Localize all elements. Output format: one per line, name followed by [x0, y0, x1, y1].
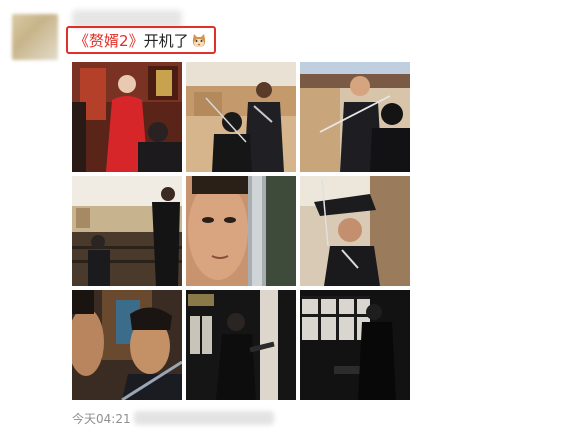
photo-8-image: [186, 290, 296, 400]
photo-9[interactable]: [300, 290, 410, 400]
photo-3[interactable]: [300, 62, 410, 172]
photo-4-image: [72, 176, 182, 286]
photo-7[interactable]: [72, 290, 182, 400]
photo-8[interactable]: [186, 290, 296, 400]
photo-5-image: [186, 176, 296, 286]
caption-title-link[interactable]: 《赘婿2》: [74, 32, 144, 50]
avatar[interactable]: [12, 14, 58, 60]
photo-4[interactable]: [72, 176, 182, 286]
caption-text: 开机了: [143, 32, 189, 50]
post-caption: 《赘婿2》开机了: [74, 32, 207, 50]
photo-6[interactable]: [300, 176, 410, 286]
photo-1-image: [72, 62, 182, 172]
photo-grid: [72, 62, 410, 400]
photo-3-image: [300, 62, 410, 172]
photo-9-image: [300, 290, 410, 400]
cat-face-icon: [192, 34, 205, 47]
post-timestamp: 今天04:21: [72, 412, 131, 426]
weibo-post: 《赘婿2》开机了 今天04:21: [0, 0, 578, 437]
photo-6-image: [300, 176, 410, 286]
photo-2-image: [186, 62, 296, 172]
photo-1[interactable]: [72, 62, 182, 172]
photo-2[interactable]: [186, 62, 296, 172]
photo-5[interactable]: [186, 176, 296, 286]
source-blurred: [134, 411, 274, 425]
photo-7-image: [72, 290, 182, 400]
